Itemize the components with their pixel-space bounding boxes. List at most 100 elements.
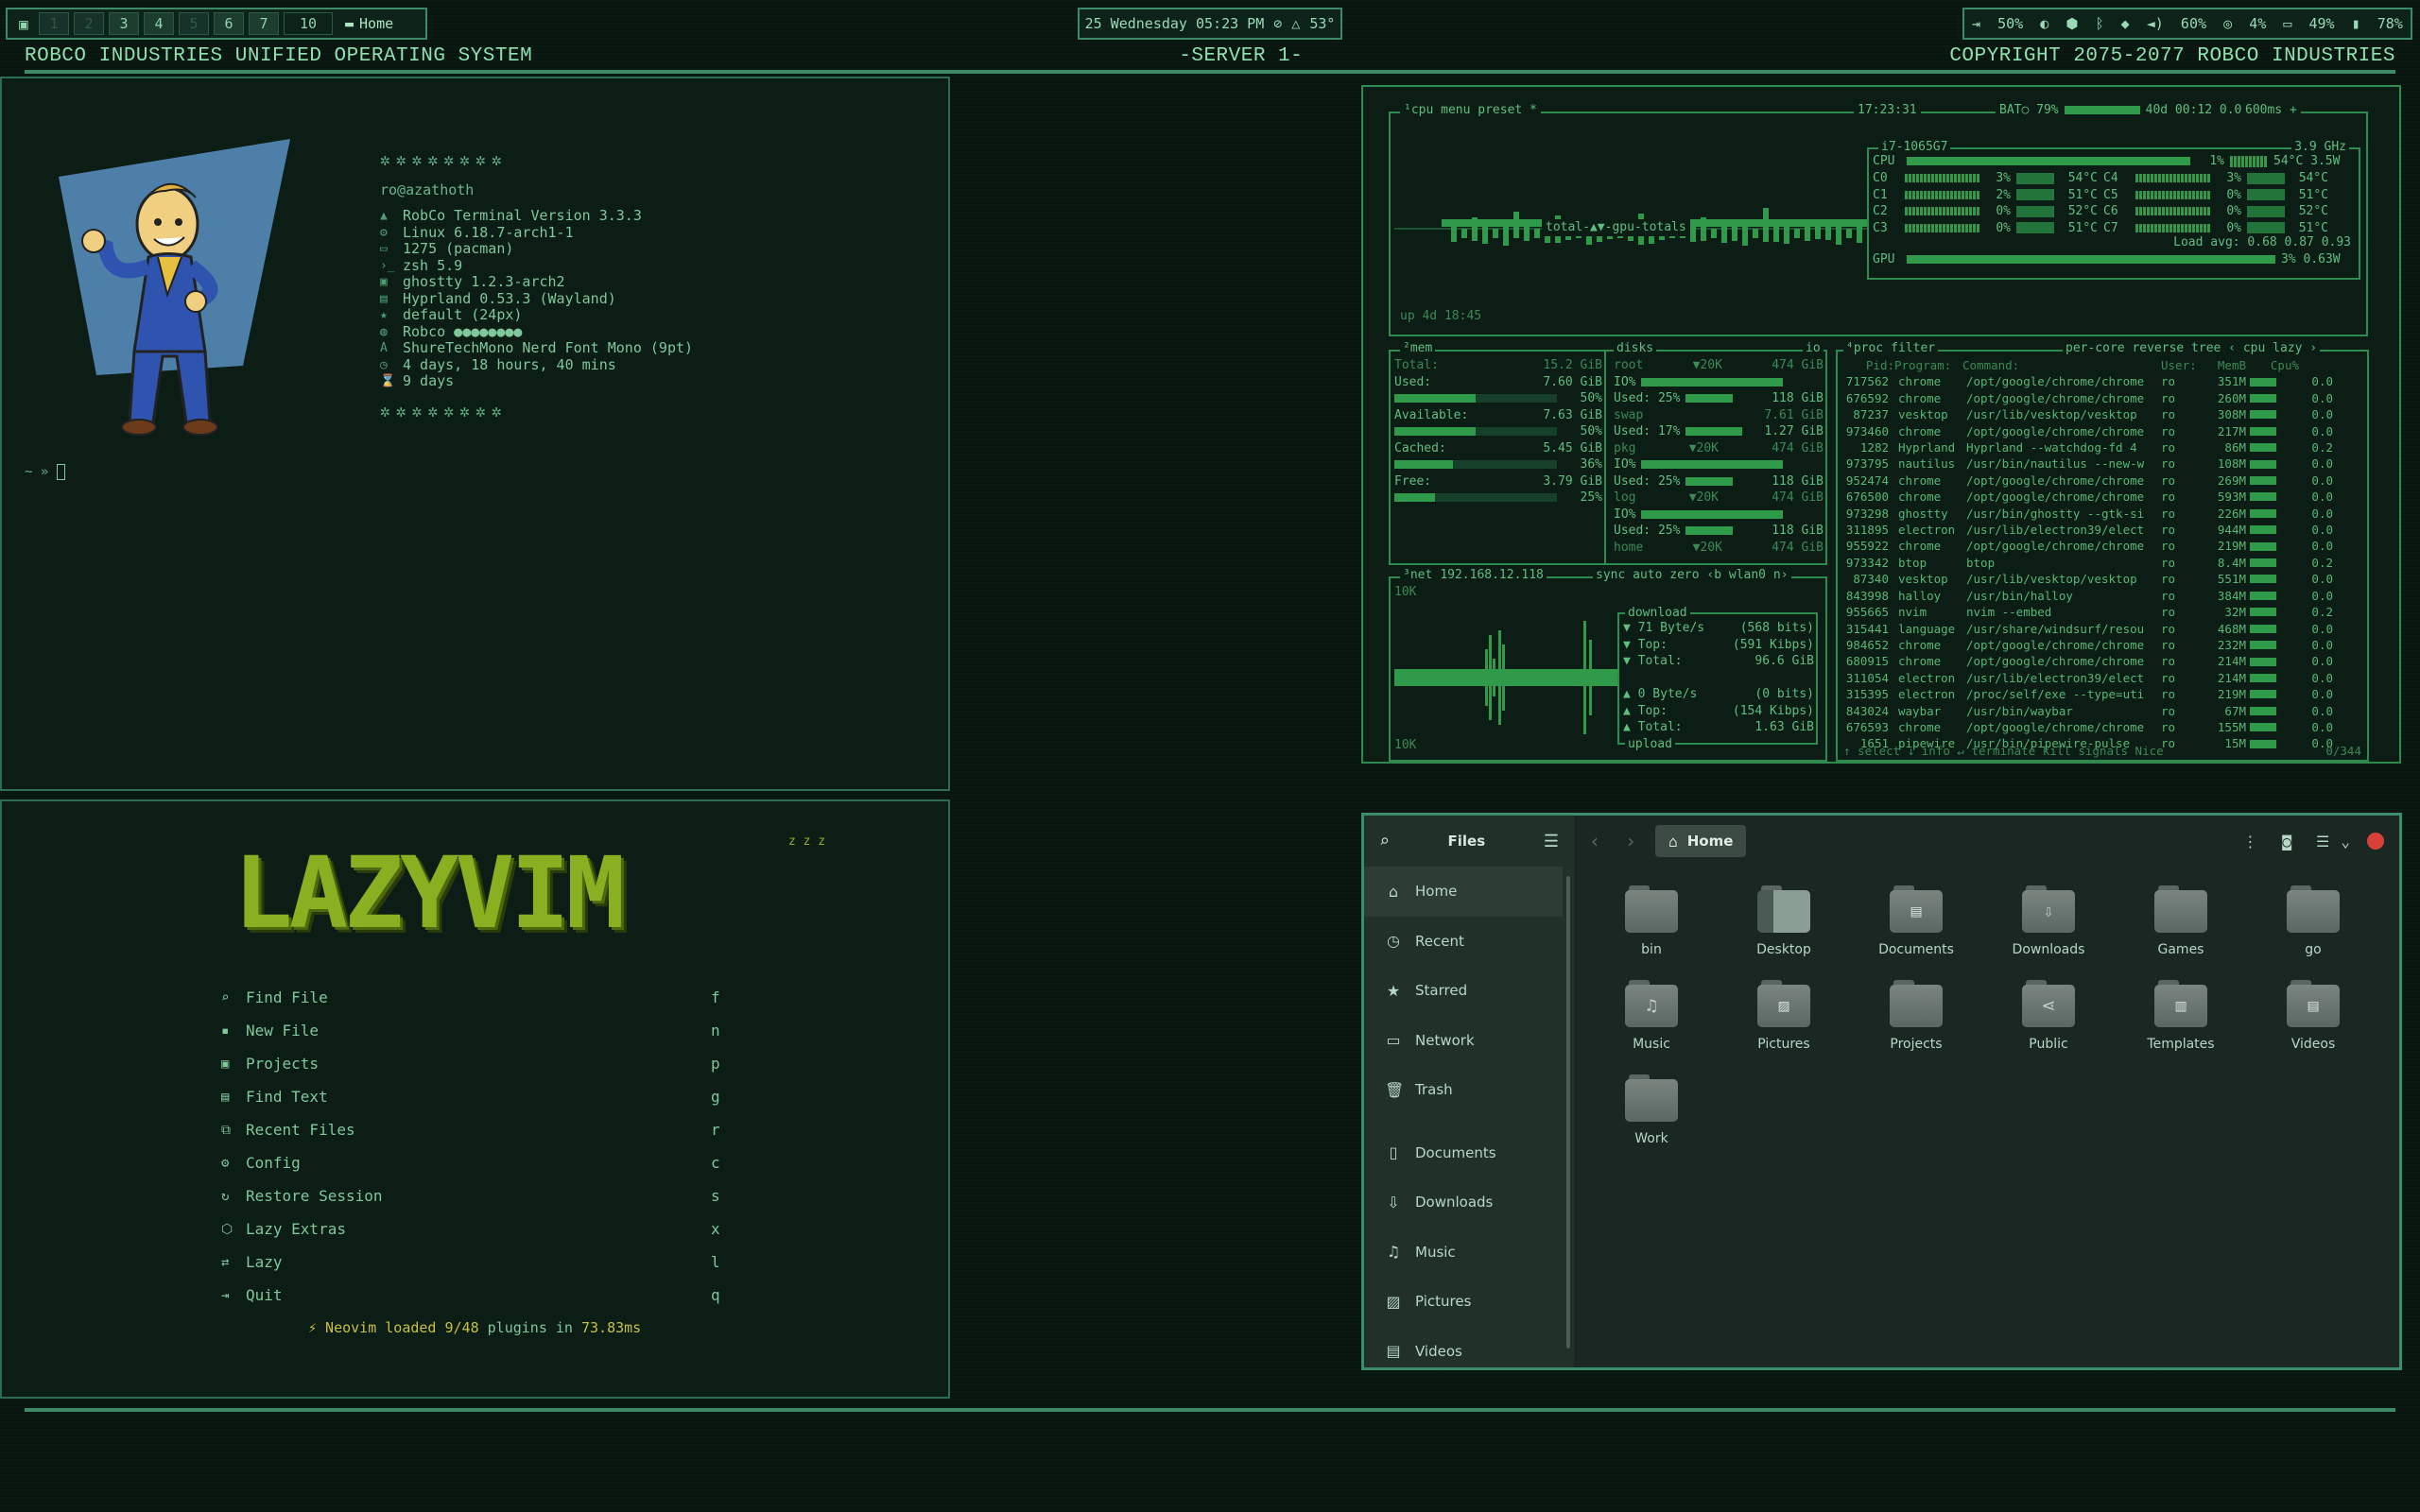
process-list[interactable]: Pid: Program: Command: User: MemB Cpu% 717562 c… — [1843, 357, 2361, 752]
proc-column-header[interactable]: User: — [2161, 357, 2199, 373]
btop-window[interactable]: ¹cpu menu preset * 17:23:31 BAT○ 79% 40d … — [1361, 85, 2401, 764]
proc-row[interactable]: 717562 chrome/opt/google/chrome/chrome ro 3… — [1843, 373, 2361, 389]
search-icon[interactable]: ⌕ — [1379, 832, 1390, 851]
proc-row[interactable]: 973795 nautilus/usr/bin/nautilus --new-w r… — [1843, 455, 2361, 472]
proc-column-header[interactable]: Program: — [1894, 357, 1962, 373]
dashboard-item[interactable]: ▤ Find Text g — [221, 1080, 977, 1113]
proc-row[interactable]: 315441 language/usr/share/windsurf/resou r… — [1843, 621, 2361, 637]
dashboard-item[interactable]: ⇄ Lazy l — [221, 1246, 977, 1279]
folder-item[interactable]: ⋖ Public — [1982, 980, 2115, 1052]
refresh-rate[interactable]: 600ms + — [2241, 102, 2301, 119]
dashboard-item[interactable]: ⌕ Find File f — [221, 981, 977, 1014]
proc-row[interactable]: 311054 electron/usr/lib/electron39/elect r… — [1843, 670, 2361, 686]
back-icon[interactable]: ‹ — [1589, 830, 1600, 852]
dashboard-item[interactable]: ⬡ Lazy Extras x — [221, 1212, 977, 1246]
workspace-6[interactable]: 6 — [214, 12, 244, 35]
more-options-icon[interactable]: ⋮ — [2242, 833, 2257, 850]
sidebar-item-network[interactable]: ▭ Network — [1364, 1016, 1563, 1066]
proc-row[interactable]: 315395 electron/proc/self/exe --type=uti r… — [1843, 686, 2361, 702]
proc-row[interactable]: 955665 nvim nvim --embed ro 32M 0.2 — [1843, 604, 2361, 620]
sidebar-item-music[interactable]: ♫ Music — [1364, 1228, 1563, 1278]
sidebar-item-recent[interactable]: ◷ Recent — [1364, 917, 1563, 967]
proc-row[interactable]: 973342 btop btop ro 8.4M 0.2 — [1843, 555, 2361, 571]
net-title[interactable]: ³net — [1403, 567, 1432, 584]
proc-footer[interactable]: ↑ select ↓ info ↵ terminate kill signals… — [1843, 743, 2164, 759]
folder-item[interactable]: ▤ Documents — [1850, 885, 1982, 957]
sidebar-item-documents[interactable]: ▯ Documents — [1364, 1128, 1563, 1178]
folder-item[interactable]: Projects — [1850, 980, 1982, 1052]
view-list-icon[interactable]: ☰ — [2316, 833, 2329, 850]
net-options[interactable]: sync auto zero ‹b wlan0 n› — [1593, 567, 1791, 584]
folder-item[interactable]: go — [2247, 885, 2379, 957]
close-icon[interactable] — [2367, 833, 2384, 850]
workspace-1[interactable]: 1 — [39, 12, 69, 35]
sidebar-item-starred[interactable]: ★ Starred — [1364, 966, 1563, 1016]
proc-row[interactable]: 311895 electron/usr/lib/electron39/elect r… — [1843, 522, 2361, 538]
logout-icon[interactable]: ⇥ — [1972, 15, 1980, 32]
app-launcher-icon[interactable]: ▣ — [13, 15, 34, 33]
disks-title[interactable]: disks — [1614, 340, 1657, 357]
workspace-3[interactable]: 3 — [109, 12, 139, 35]
package-icon[interactable]: ⬢ — [2066, 15, 2078, 32]
sidebar-item-trash[interactable]: 🗑 Trash — [1364, 1065, 1563, 1115]
sidebar-item-videos[interactable]: ▤ Videos — [1364, 1327, 1563, 1377]
folder-item[interactable]: Games — [2115, 885, 2247, 957]
workspace-10[interactable]: 10 — [284, 12, 333, 35]
workspace-5[interactable]: 5 — [179, 12, 209, 35]
dashboard-item[interactable]: ⇥ Quit q — [221, 1279, 977, 1312]
folder-item[interactable]: Desktop — [1718, 885, 1850, 957]
proc-row[interactable]: 843024 waybar/usr/bin/waybar ro 67M 0.0 — [1843, 703, 2361, 719]
proc-row[interactable]: 87237 vesktop/usr/lib/vesktop/vesktop ro 30… — [1843, 406, 2361, 422]
proc-row[interactable]: 984652 chrome/opt/google/chrome/chrome ro 2… — [1843, 637, 2361, 653]
active-window-title[interactable]: ▬ Home — [345, 15, 393, 32]
mem-title[interactable]: ²mem — [1400, 340, 1436, 357]
proc-row[interactable]: 676593 chrome/opt/google/chrome/chrome ro 1… — [1843, 719, 2361, 735]
screenshot-icon[interactable]: ◙ — [2282, 833, 2291, 850]
files-window[interactable]: ⌕ Files ☰ ⌂ Home ◷ Recent ★ Starred ▭ Network 🗑 T… — [1361, 813, 2402, 1370]
proc-filter[interactable]: filter — [1891, 340, 1935, 357]
proc-row[interactable]: 1282 Hyprland Hyprland --watchdog-fd 4 ro 86… — [1843, 439, 2361, 455]
workspace-2[interactable]: 2 — [74, 12, 104, 35]
folder-item[interactable]: ♫ Music — [1585, 980, 1718, 1052]
proc-row[interactable]: 952474 chrome/opt/google/chrome/chrome ro 2… — [1843, 472, 2361, 489]
forward-icon[interactable]: › — [1625, 830, 1636, 852]
proc-title[interactable]: ⁴proc — [1846, 340, 1883, 357]
volume-icon[interactable]: ◄) — [2147, 15, 2164, 32]
folder-item[interactable]: ⇩ Downloads — [1982, 885, 2115, 957]
proc-column-header[interactable]: Cpu% — [2246, 357, 2299, 373]
path-bar[interactable]: ⌂ Home — [1655, 825, 1747, 857]
contrast-icon[interactable]: ◐ — [2040, 15, 2048, 32]
proc-column-header[interactable]: Pid: — [1843, 357, 1894, 373]
workspace-7[interactable]: 7 — [249, 12, 279, 35]
proc-row[interactable]: 843998 halloy/usr/bin/halloy ro 384M 0.0 — [1843, 588, 2361, 604]
dashboard-item[interactable]: ↻ Restore Session s — [221, 1179, 977, 1212]
proc-options[interactable]: per-core reverse tree ‹ cpu lazy › — [2063, 340, 2321, 357]
proc-row[interactable]: 676592 chrome/opt/google/chrome/chrome ro 2… — [1843, 390, 2361, 406]
proc-row[interactable]: 87340 vesktop/usr/lib/vesktop/vesktop ro 55… — [1843, 571, 2361, 587]
proc-row[interactable]: 973460 chrome/opt/google/chrome/chrome ro 2… — [1843, 423, 2361, 439]
folder-item[interactable]: ▨ Pictures — [1718, 980, 1850, 1052]
sidebar-scrollbar[interactable] — [1566, 876, 1570, 1349]
proc-column-header[interactable]: Command: — [1962, 357, 2161, 373]
lazyvim-window[interactable]: LAZYVIM z z z ⌕ Find File f ▪ New File n ▣ Proj… — [0, 799, 950, 1399]
proc-row[interactable]: 955922 chrome/opt/google/chrome/chrome ro 2… — [1843, 538, 2361, 554]
brightness-value[interactable]: 50% — [1997, 15, 2023, 32]
proc-row[interactable]: 680915 chrome/opt/google/chrome/chrome ro 2… — [1843, 653, 2361, 669]
proc-columns[interactable]: Pid: Program: Command: User: MemB Cpu% — [1843, 357, 2361, 373]
sidebar-item-pictures[interactable]: ▨ Pictures — [1364, 1277, 1563, 1327]
wifi-icon[interactable]: ◆ — [2121, 15, 2130, 32]
proc-row[interactable]: 973298 ghostty/usr/bin/ghostty --gtk-si ro… — [1843, 506, 2361, 522]
folder-item[interactable]: ▤ Videos — [2247, 980, 2379, 1052]
chevron-down-icon[interactable]: ⌄ — [2341, 833, 2350, 850]
sidebar-item-downloads[interactable]: ⇩ Downloads — [1364, 1177, 1563, 1228]
clock-widget[interactable]: 25 Wednesday 05:23 PM ⊘ △ 53° — [1078, 8, 1342, 40]
proc-column-header[interactable]: MemB — [2199, 357, 2246, 373]
shell-prompt[interactable]: ~ » — [25, 464, 65, 480]
folder-item[interactable]: Work — [1585, 1074, 1718, 1146]
dashboard-item[interactable]: ▣ Projects p — [221, 1047, 977, 1080]
dashboard-item[interactable]: ⧉ Recent Files r — [221, 1113, 977, 1146]
cpu-title[interactable]: ¹cpu menu preset * — [1400, 102, 1541, 119]
dashboard-item[interactable]: ⚙ Config c — [221, 1146, 977, 1179]
proc-row[interactable]: 676500 chrome/opt/google/chrome/chrome ro 5… — [1843, 489, 2361, 505]
menu-icon[interactable]: ☰ — [1544, 832, 1559, 851]
